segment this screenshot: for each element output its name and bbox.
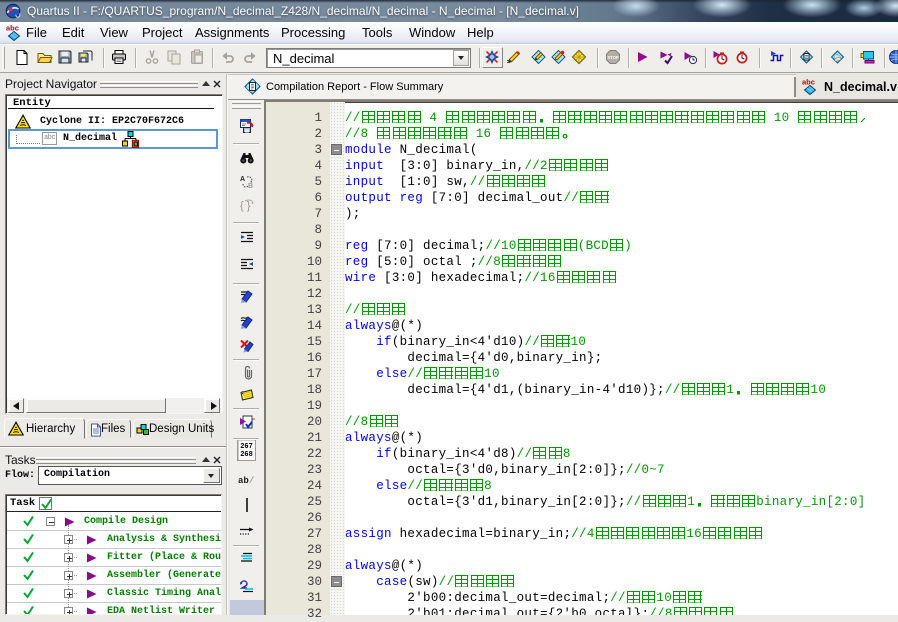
svg-text:{ }: { } <box>240 200 251 212</box>
svg-text:abc: abc <box>802 78 815 87</box>
svg-text:A: A <box>240 176 245 183</box>
svg-text:B: B <box>248 183 253 190</box>
